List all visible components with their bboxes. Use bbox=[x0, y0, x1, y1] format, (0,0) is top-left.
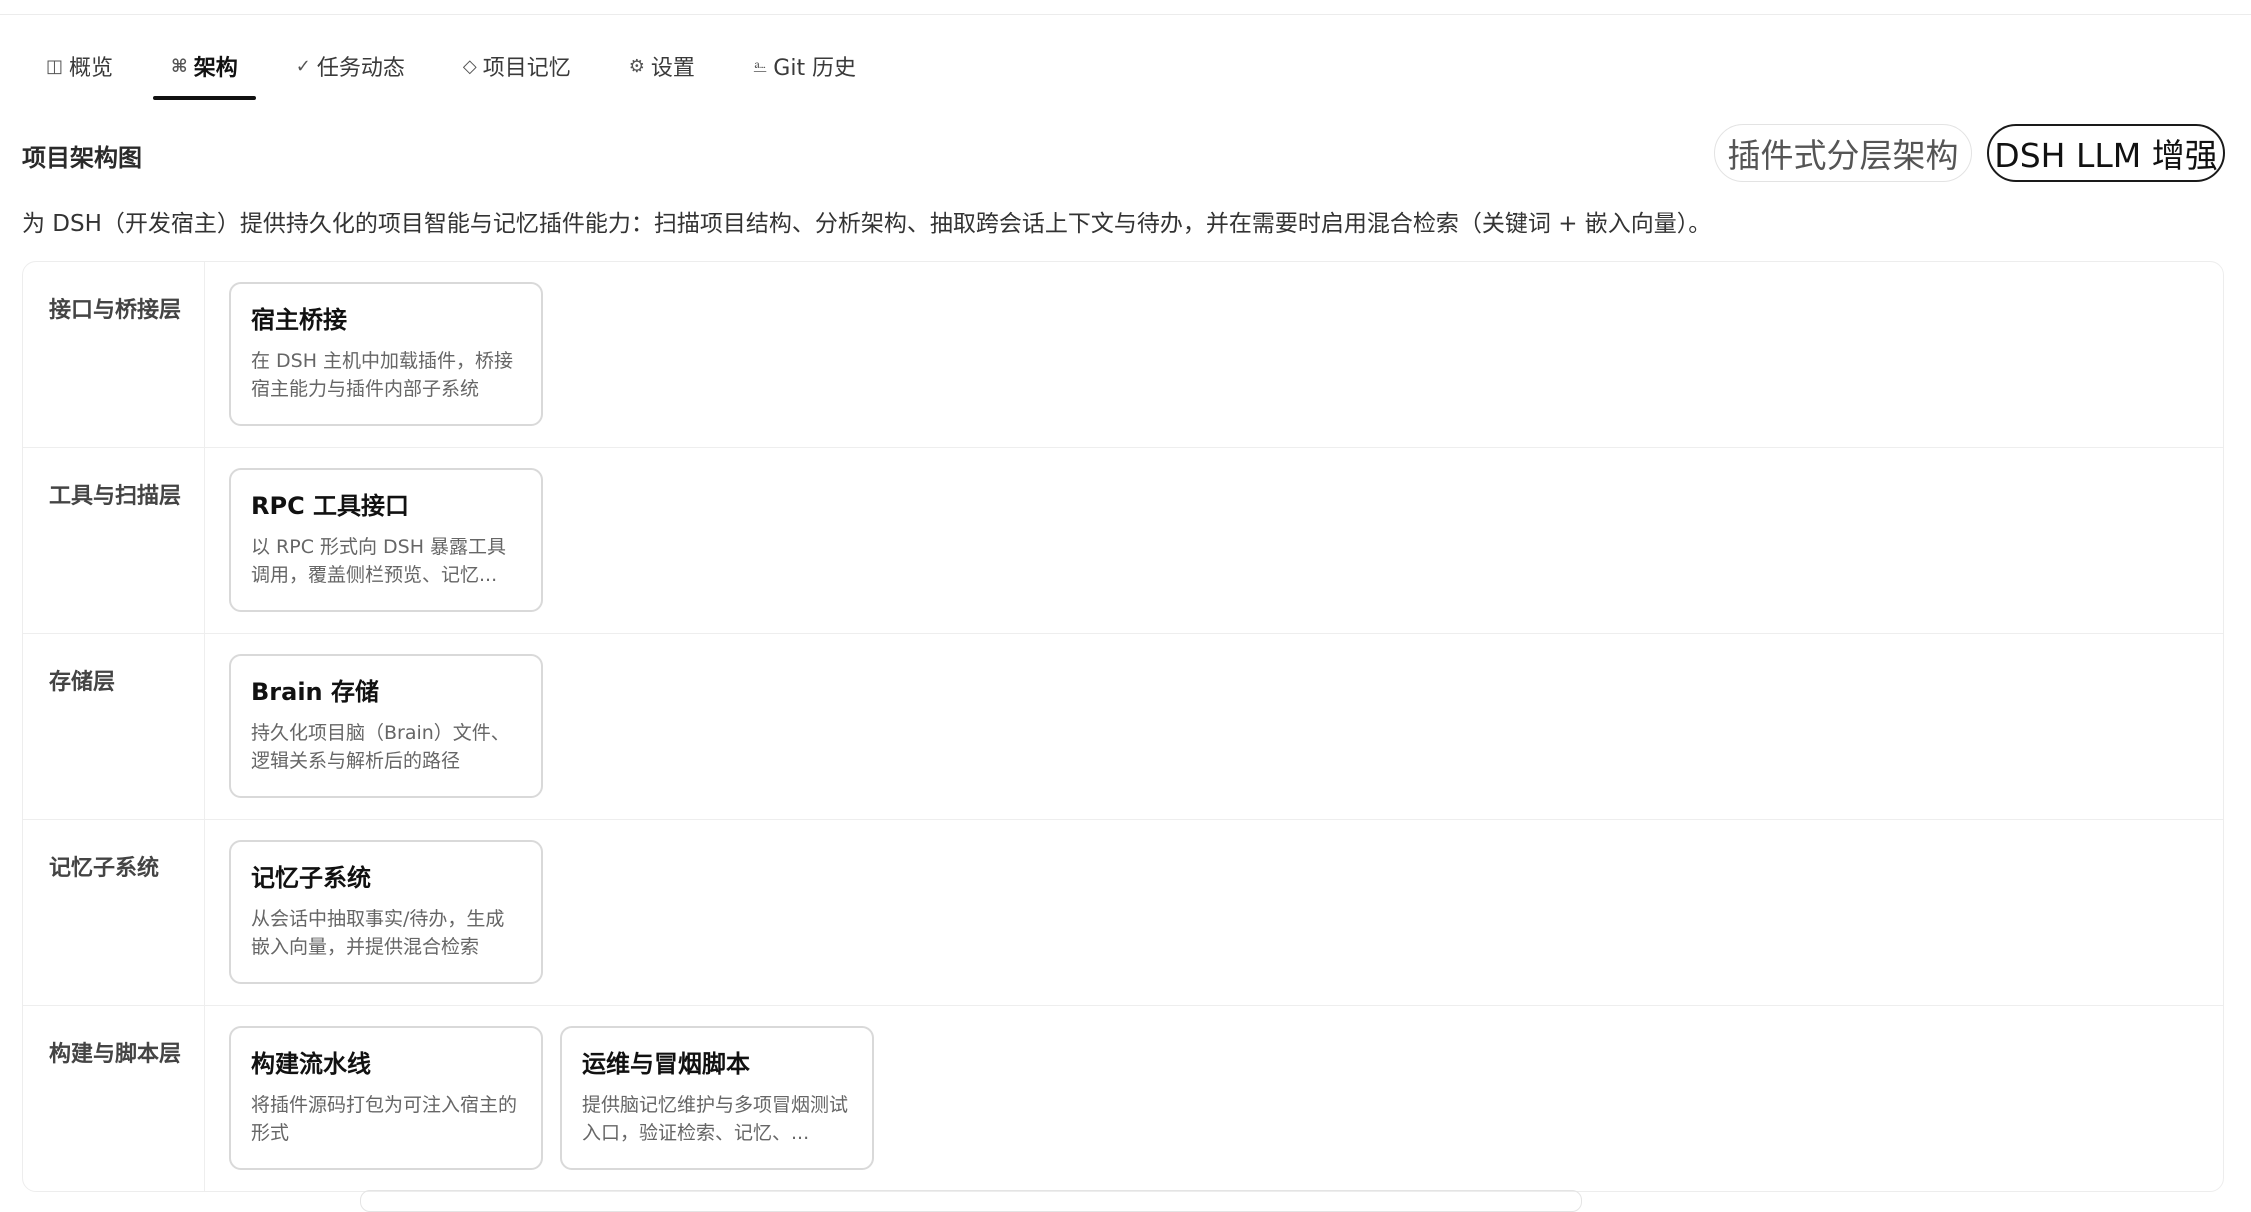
tab-overview[interactable]: ◫ 概览 bbox=[28, 44, 131, 88]
next-panel-edge bbox=[360, 1190, 1582, 1212]
card-title: 记忆子系统 bbox=[251, 864, 371, 892]
tab-bar: ◫ 概览 ⌘ 架构 ✓ 任务动态 ◇ 项目记忆 ⚙ 设置 ⎁ Git 历史 bbox=[28, 44, 896, 100]
card-description: 将插件源码打包为可注入宿主的形式 bbox=[251, 1094, 518, 1144]
card-title: 宿主桥接 bbox=[251, 306, 347, 334]
card-description: 以 RPC 形式向 DSH 暴露工具调用，覆盖侧栏预览、记忆... bbox=[251, 536, 507, 586]
tab-task-activity[interactable]: ✓ 任务动态 bbox=[278, 44, 423, 88]
dsh-llm-badge: DSH LLM 增强 bbox=[1987, 124, 2225, 182]
architecture-style-badge: 插件式分层架构 bbox=[1714, 124, 1972, 182]
tab-label: 概览 bbox=[69, 56, 114, 81]
component-card[interactable]: 宿主桥接 在 DSH 主机中加载插件，桥接宿主能力与插件内部子系统 bbox=[229, 282, 543, 426]
card-description: 在 DSH 主机中加载插件，桥接宿主能力与插件内部子系统 bbox=[251, 350, 514, 400]
layer-label: 工具与扫描层 bbox=[23, 448, 205, 633]
layer-build-scripts: 构建与脚本层 构建流水线 将插件源码打包为可注入宿主的形式 运维与冒烟脚本 提供… bbox=[23, 1006, 2223, 1191]
layer-memory-subsystem: 记忆子系统 记忆子系统 从会话中抽取事实/待办，生成嵌入向量，并提供混合检索 bbox=[23, 820, 2223, 1006]
card-description: 提供脑记忆维护与多项冒烟测试入口，验证检索、记忆、... bbox=[582, 1094, 849, 1144]
layer-storage: 存储层 Brain 存储 持久化项目脑（Brain）文件、逻辑关系与解析后的路径 bbox=[23, 634, 2223, 820]
tab-git-history[interactable]: ⎁ Git 历史 bbox=[735, 44, 874, 88]
tab-label: 项目记忆 bbox=[482, 56, 571, 81]
command-icon: ⌘ bbox=[171, 55, 188, 77]
tab-label: Git 历史 bbox=[773, 56, 857, 81]
card-description: 从会话中抽取事实/待办，生成嵌入向量，并提供混合检索 bbox=[251, 908, 505, 958]
card-title: 运维与冒烟脚本 bbox=[582, 1050, 750, 1078]
component-card[interactable]: 记忆子系统 从会话中抽取事实/待办，生成嵌入向量，并提供混合检索 bbox=[229, 840, 543, 984]
component-card[interactable]: 构建流水线 将插件源码打包为可注入宿主的形式 bbox=[229, 1026, 543, 1170]
tab-label: 架构 bbox=[193, 56, 238, 81]
layer-interface-bridge: 接口与桥接层 宿主桥接 在 DSH 主机中加载插件，桥接宿主能力与插件内部子系统 bbox=[23, 262, 2223, 448]
tab-project-memory[interactable]: ◇ 项目记忆 bbox=[445, 44, 589, 88]
layer-label: 存储层 bbox=[23, 634, 205, 819]
tab-architecture[interactable]: ⌘ 架构 bbox=[153, 44, 256, 100]
architecture-diagram: 接口与桥接层 宿主桥接 在 DSH 主机中加载插件，桥接宿主能力与插件内部子系统… bbox=[22, 261, 2224, 1192]
layer-tools-scanning: 工具与扫描层 RPC 工具接口 以 RPC 形式向 DSH 暴露工具调用，覆盖侧… bbox=[23, 448, 2223, 634]
component-card[interactable]: RPC 工具接口 以 RPC 形式向 DSH 暴露工具调用，覆盖侧栏预览、记忆.… bbox=[229, 468, 543, 612]
layer-label: 记忆子系统 bbox=[23, 820, 205, 1005]
gear-icon: ⚙ bbox=[628, 55, 645, 77]
component-card[interactable]: Brain 存储 持久化项目脑（Brain）文件、逻辑关系与解析后的路径 bbox=[229, 654, 543, 798]
tab-settings[interactable]: ⚙ 设置 bbox=[611, 44, 713, 88]
card-title: Brain 存储 bbox=[251, 678, 379, 706]
top-divider bbox=[0, 0, 2251, 15]
card-title: 构建流水线 bbox=[251, 1050, 371, 1078]
diamond-icon: ◇ bbox=[462, 55, 477, 77]
component-card[interactable]: 运维与冒烟脚本 提供脑记忆维护与多项冒烟测试入口，验证检索、记忆、... bbox=[560, 1026, 874, 1170]
check-icon: ✓ bbox=[295, 55, 311, 77]
git-branch-icon: ⎁ bbox=[752, 55, 768, 77]
section-description: 为 DSH（开发宿主）提供持久化的项目智能与记忆插件能力：扫描项目结构、分析架构… bbox=[22, 211, 1712, 237]
card-description: 持久化项目脑（Brain）文件、逻辑关系与解析后的路径 bbox=[251, 722, 510, 772]
layer-label: 构建与脚本层 bbox=[23, 1006, 205, 1191]
layer-label: 接口与桥接层 bbox=[23, 262, 205, 447]
section-title: 项目架构图 bbox=[22, 144, 142, 172]
tab-label: 任务动态 bbox=[316, 56, 405, 81]
card-title: RPC 工具接口 bbox=[251, 492, 410, 520]
tab-label: 设置 bbox=[650, 56, 695, 81]
panel-icon: ◫ bbox=[46, 55, 64, 77]
